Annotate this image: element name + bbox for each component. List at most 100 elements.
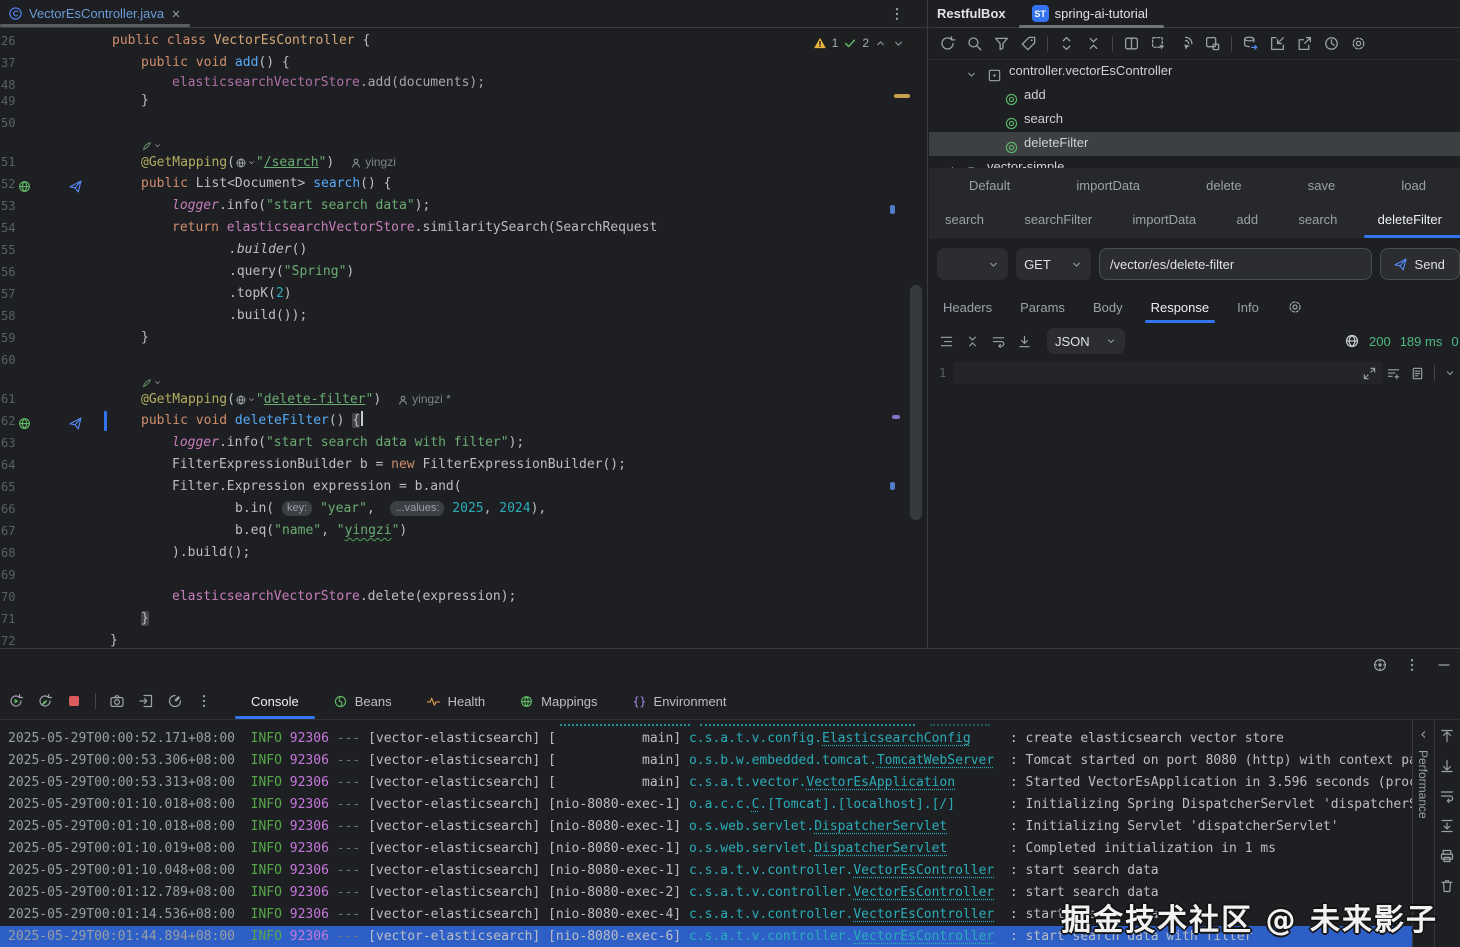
endpoint-icon[interactable] [17, 416, 32, 431]
code-line-56[interactable]: 56.query("Spring") [0, 261, 905, 283]
chev-left-icon[interactable] [1417, 728, 1430, 741]
send-icon[interactable] [68, 416, 83, 431]
send-icon[interactable] [68, 179, 83, 194]
view-tab-Body[interactable]: Body [1093, 290, 1123, 324]
stop-icon[interactable] [66, 693, 82, 709]
code-line-72[interactable]: 72} [0, 630, 905, 648]
unfold-all-icon[interactable] [1058, 35, 1075, 52]
more-vert-icon[interactable] [1404, 657, 1420, 673]
exit-app-icon[interactable] [138, 693, 154, 709]
code-line-70[interactable]: 70elasticsearchVectorStore.delete(expres… [0, 586, 905, 608]
chev-up-icon[interactable] [874, 37, 887, 50]
console-tab-Health[interactable]: Health [426, 683, 486, 719]
request-tab-add[interactable]: add [1236, 202, 1258, 238]
tree-item-search[interactable]: search [929, 108, 1460, 132]
download-icon[interactable] [1017, 334, 1032, 349]
code-line-53[interactable]: 53logger.info("start search data"); [0, 195, 905, 217]
code-line-50[interactable]: 50 [0, 112, 905, 134]
method-select[interactable]: GET [1016, 248, 1091, 280]
scan-api-icon[interactable] [1177, 35, 1194, 52]
scroll-top-icon[interactable] [1439, 728, 1455, 744]
project-tab[interactable]: ST spring-ai-tutorial [1032, 5, 1148, 22]
environment-select[interactable] [937, 248, 1008, 280]
more-vert-icon[interactable] [889, 6, 905, 22]
code-line-69[interactable]: 69 [0, 564, 905, 586]
print-icon[interactable] [1439, 848, 1455, 864]
request-tab-search[interactable]: search [1298, 202, 1337, 238]
log-line[interactable]: 2025-05-29T00:00:53.313+08:00 INFO 92306… [0, 772, 1412, 794]
view-tab-Params[interactable]: Params [1020, 290, 1065, 324]
code-line-62[interactable]: 62public void deleteFilter() { [0, 410, 905, 432]
code-line-64[interactable]: 64FilterExpressionBuilder b = new Filter… [0, 454, 905, 476]
url-input[interactable] [1099, 248, 1372, 280]
env-tab-save[interactable]: save [1308, 178, 1335, 193]
chev-down-icon[interactable] [892, 37, 905, 50]
inspections-widget[interactable]: 1 2 [805, 33, 913, 53]
document-icon[interactable] [1410, 366, 1425, 381]
code-line-67[interactable]: 67b.eq("name", "yingzi") [0, 520, 905, 542]
code-line-37[interactable]: 37public void add() { [0, 52, 905, 74]
response-editor[interactable]: 1 [929, 358, 1460, 648]
float-window-icon[interactable] [1204, 35, 1221, 52]
tag-icon[interactable] [1020, 35, 1037, 52]
editor-options[interactable] [889, 5, 905, 22]
log-line[interactable]: 2025-05-29T00:00:52.171+08:00 INFO 92306… [0, 728, 1412, 750]
log-line[interactable]: 2025-05-29T00:01:10.048+08:00 INFO 92306… [0, 860, 1412, 882]
code-line-54[interactable]: 54return elasticsearchVectorStore.simila… [0, 217, 905, 239]
code-line-26[interactable]: 26public class VectorEsController { [0, 30, 905, 52]
rerun-icon[interactable] [8, 693, 24, 709]
code-line-51[interactable]: 51@GetMapping("/search") yingzi [0, 151, 905, 173]
settings-icon[interactable] [1350, 35, 1367, 52]
chev-down-icon[interactable] [965, 68, 978, 81]
env-tab-importData[interactable]: importData [1076, 178, 1140, 193]
rerun-spring-icon[interactable] [37, 693, 53, 709]
refresh-icon[interactable] [939, 35, 956, 52]
request-tab-search[interactable]: search [945, 202, 984, 238]
annotate-lines-icon[interactable] [1386, 366, 1401, 381]
minimize-icon[interactable] [1436, 657, 1452, 673]
scrollbar-thumb[interactable] [910, 285, 922, 520]
tree-item-controller.vectorEsController[interactable]: controller.vectorEsController [929, 60, 1460, 84]
view-tab-Response[interactable]: Response [1151, 290, 1210, 324]
scroll-bottom-icon[interactable] [1439, 758, 1455, 774]
expand-diag-icon[interactable] [1362, 366, 1377, 381]
fold-all-icon[interactable] [1085, 35, 1102, 52]
screenshot-icon[interactable] [109, 693, 125, 709]
import-icon[interactable] [1269, 35, 1286, 52]
code-line-58[interactable]: 58.build()); [0, 305, 905, 327]
endpoint-icon[interactable] [17, 179, 32, 194]
log-line[interactable]: 2025-05-29T00:01:10.018+08:00 INFO 92306… [0, 816, 1412, 838]
console-tab-Mappings[interactable]: Mappings [519, 683, 597, 719]
code-line-71[interactable]: 71} [0, 608, 905, 630]
tab-scrollbar[interactable] [0, 24, 190, 27]
target-icon[interactable] [1372, 657, 1388, 673]
soft-wrap-icon[interactable] [1439, 788, 1455, 804]
bean-linemarker-row[interactable] [0, 371, 905, 388]
env-tab-load[interactable]: load [1401, 178, 1426, 193]
tree-item-add[interactable]: add [929, 84, 1460, 108]
send-button[interactable]: Send [1380, 248, 1460, 280]
more-vert-icon[interactable] [196, 693, 212, 709]
chev-down-icon[interactable] [1444, 367, 1456, 379]
code-line-52[interactable]: 52public List<Document> search() { [0, 173, 905, 195]
fold-all-icon[interactable] [965, 334, 980, 349]
format-select[interactable]: JSON [1047, 328, 1125, 354]
split-view-icon[interactable] [1123, 35, 1140, 52]
code-line-61[interactable]: 61@GetMapping("delete-filter") yingzi * [0, 388, 905, 410]
settings-icon[interactable] [1287, 299, 1303, 315]
history-icon[interactable] [1323, 35, 1340, 52]
editor-scrollbar[interactable] [908, 30, 924, 648]
code-line-57[interactable]: 57.topK(2) [0, 283, 905, 305]
request-tab-importData[interactable]: importData [1133, 202, 1197, 238]
request-tab-searchFilter[interactable]: searchFilter [1024, 202, 1092, 238]
code-line-65[interactable]: 65Filter.Expression expression = b.and( [0, 476, 905, 498]
code-line-66[interactable]: 66b.in( key: "year", ...values: 2025, 20… [0, 498, 905, 520]
search-icon[interactable] [966, 35, 983, 52]
tree-item-vector-simple[interactable]: vector-simple [929, 156, 1460, 168]
export-icon[interactable] [1296, 35, 1313, 52]
code-line-49[interactable]: 49} [0, 90, 905, 112]
code-line-68[interactable]: 68).build(); [0, 542, 905, 564]
env-tab-delete[interactable]: delete [1206, 178, 1241, 193]
filter-icon[interactable] [993, 35, 1010, 52]
console-tab-Environment[interactable]: {}Environment [632, 683, 727, 719]
